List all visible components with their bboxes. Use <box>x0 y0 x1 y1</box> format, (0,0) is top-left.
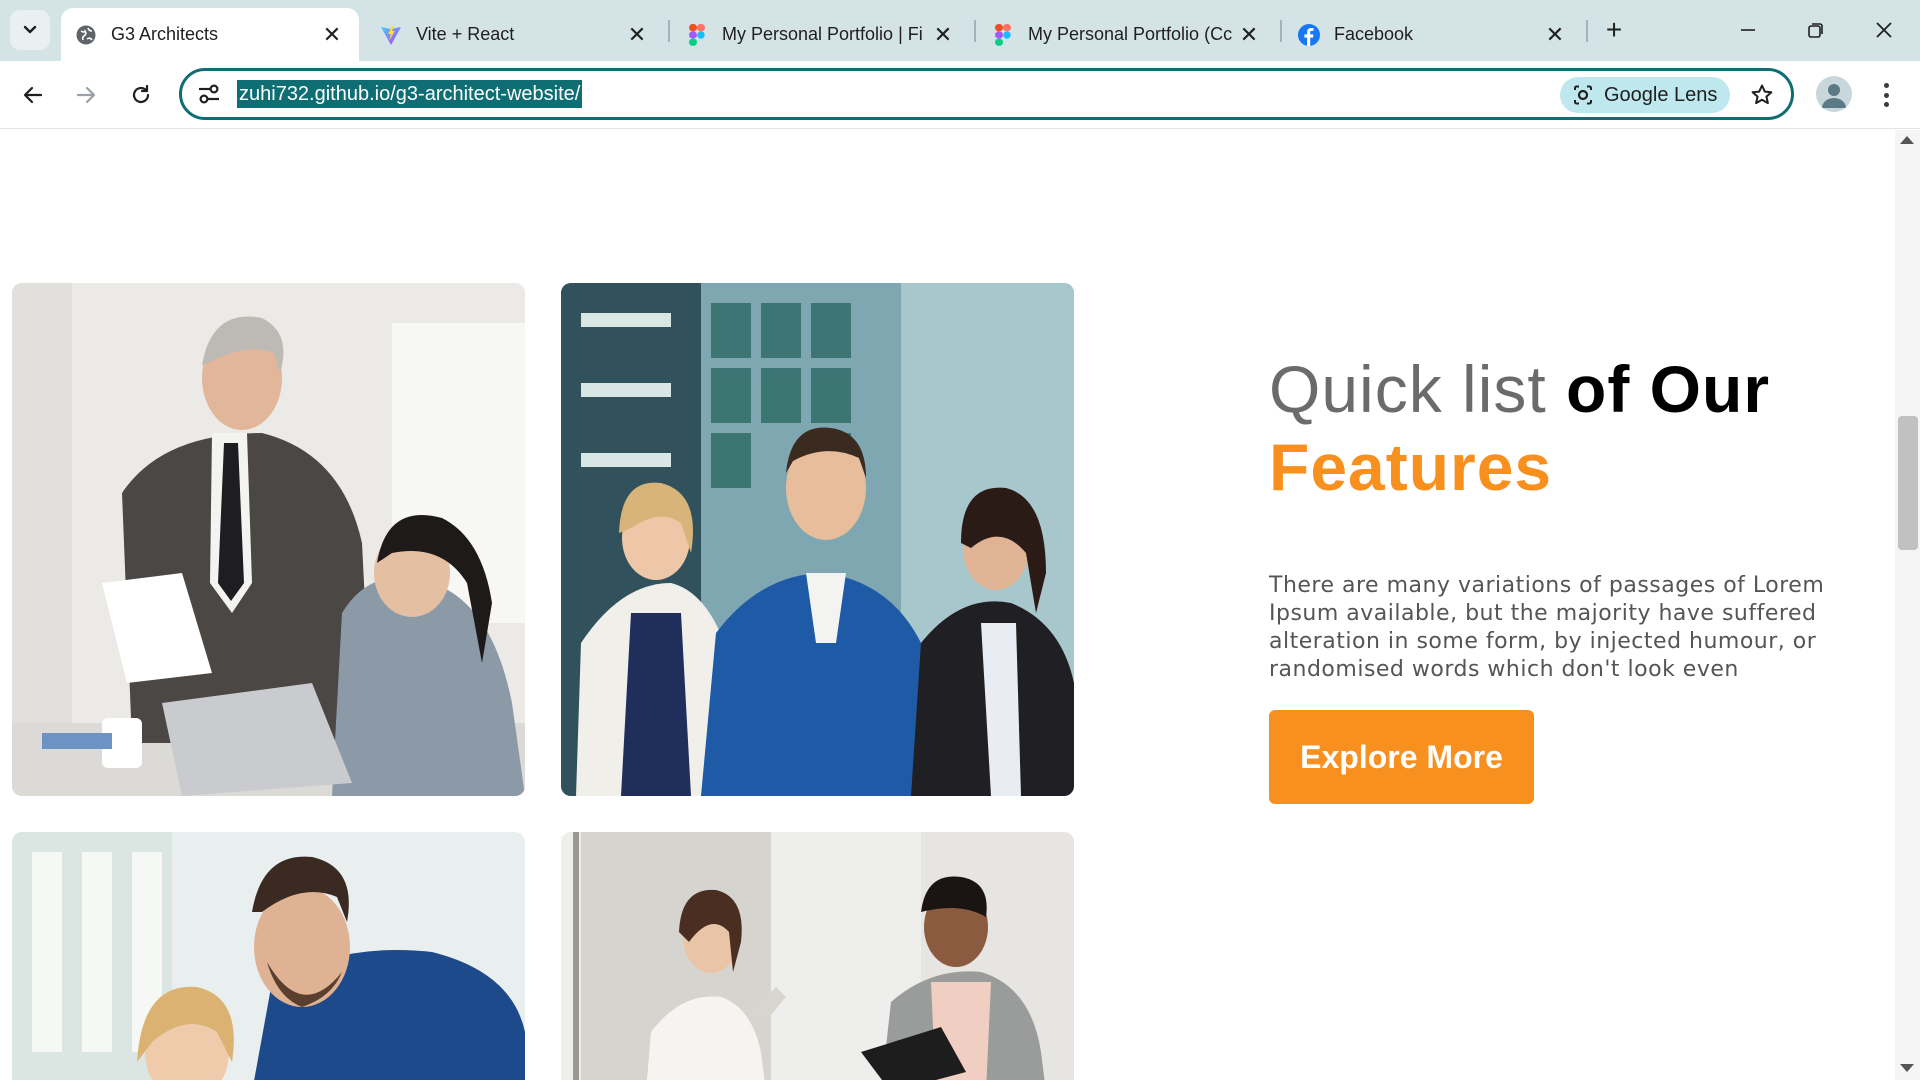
tab-separator <box>1280 20 1282 42</box>
tab-close-icon[interactable]: ✕ <box>1236 22 1262 48</box>
close-window-button[interactable] <box>1856 8 1912 52</box>
camera-icon <box>1574 85 1592 105</box>
person-icon <box>1822 84 1846 108</box>
forward-button[interactable] <box>66 75 106 115</box>
heading-accent-text: Features <box>1269 430 1553 504</box>
scrollbar-thumb[interactable] <box>1898 416 1918 550</box>
features-description: There are many variations of passages of… <box>1269 573 1825 682</box>
figma-icon <box>686 23 708 46</box>
tab-title: Vite + React <box>416 24 515 44</box>
reload-button[interactable] <box>121 75 161 115</box>
heading-light-text: Quick list <box>1269 352 1567 426</box>
tab-portfolio-figma[interactable]: My Personal Portfolio | Fi ✕ <box>672 8 970 61</box>
tab-close-icon[interactable]: ✕ <box>930 22 956 48</box>
arrow-left-icon <box>23 86 43 104</box>
close-icon <box>1876 22 1892 38</box>
arrow-right-icon <box>76 86 96 104</box>
back-button[interactable] <box>13 75 53 115</box>
tab-close-icon[interactable]: ✕ <box>1542 22 1568 48</box>
colleagues-talking-photo <box>561 832 1074 1080</box>
bookmark-button[interactable] <box>1747 80 1777 110</box>
restore-icon <box>1808 23 1823 38</box>
profile-avatar[interactable] <box>1816 76 1852 112</box>
tab-title: G3 Architects <box>111 24 219 44</box>
browser-toolbar: zuhi732.github.io/g3-architect-website/ … <box>0 61 1920 129</box>
features-heading: Quick list of Our Features <box>1269 350 1889 506</box>
minimize-button[interactable] <box>1720 8 1776 52</box>
figma-icon <box>992 23 1014 46</box>
team-discussion-photo <box>12 832 525 1080</box>
menu-dot <box>1883 102 1889 107</box>
browser-menu-button[interactable] <box>1874 77 1898 113</box>
office-meeting-photo <box>12 283 525 796</box>
google-lens-label: Google Lens <box>1604 83 1718 106</box>
address-bar[interactable]: zuhi732.github.io/g3-architect-website/ … <box>179 68 1794 120</box>
tab-portfolio-code[interactable]: My Personal Portfolio (Cc ✕ <box>978 8 1276 61</box>
vite-icon <box>380 24 402 46</box>
tab-separator <box>1586 20 1588 42</box>
tab-search-button[interactable] <box>10 10 50 50</box>
site-settings-icon[interactable] <box>196 81 222 107</box>
tab-facebook[interactable]: Facebook ✕ <box>1284 8 1582 61</box>
minimize-icon <box>1741 29 1755 31</box>
tab-strip: G3 Architects ✕ Vite + React ✕ My Person… <box>0 0 1920 61</box>
star-icon <box>1751 84 1773 105</box>
tab-separator <box>974 20 976 42</box>
explore-more-button[interactable]: Explore More <box>1269 710 1534 804</box>
tab-separator <box>668 20 670 42</box>
google-lens-button[interactable]: Google Lens <box>1560 77 1730 113</box>
heading-bold-text: of Our <box>1566 352 1771 426</box>
page-viewport: Quick list of Our Features There are man… <box>0 130 1920 1080</box>
scroll-down-arrow-icon[interactable] <box>1900 1064 1914 1072</box>
url-text[interactable]: zuhi732.github.io/g3-architect-website/ <box>237 80 583 108</box>
menu-dot <box>1883 92 1889 98</box>
tab-vite-react[interactable]: Vite + React ✕ <box>366 8 664 61</box>
tab-close-icon[interactable]: ✕ <box>624 22 650 48</box>
chevron-down-icon <box>23 25 37 34</box>
facebook-icon <box>1298 23 1320 46</box>
reload-icon <box>132 84 150 104</box>
tab-title: My Personal Portfolio | Fi <box>722 24 923 44</box>
tab-g3-architects[interactable]: G3 Architects ✕ <box>61 8 359 61</box>
menu-dot <box>1883 83 1889 88</box>
restore-button[interactable] <box>1788 8 1844 52</box>
tab-title: My Personal Portfolio (Cc <box>1028 24 1233 44</box>
tab-close-icon[interactable]: ✕ <box>319 22 345 48</box>
business-team-photo <box>561 283 1074 796</box>
page-scrollbar[interactable] <box>1895 130 1920 1080</box>
globe-icon <box>75 24 97 46</box>
tab-title: Facebook <box>1334 24 1414 44</box>
scroll-up-arrow-icon[interactable] <box>1900 136 1914 144</box>
new-tab-button[interactable]: + <box>1597 13 1631 47</box>
